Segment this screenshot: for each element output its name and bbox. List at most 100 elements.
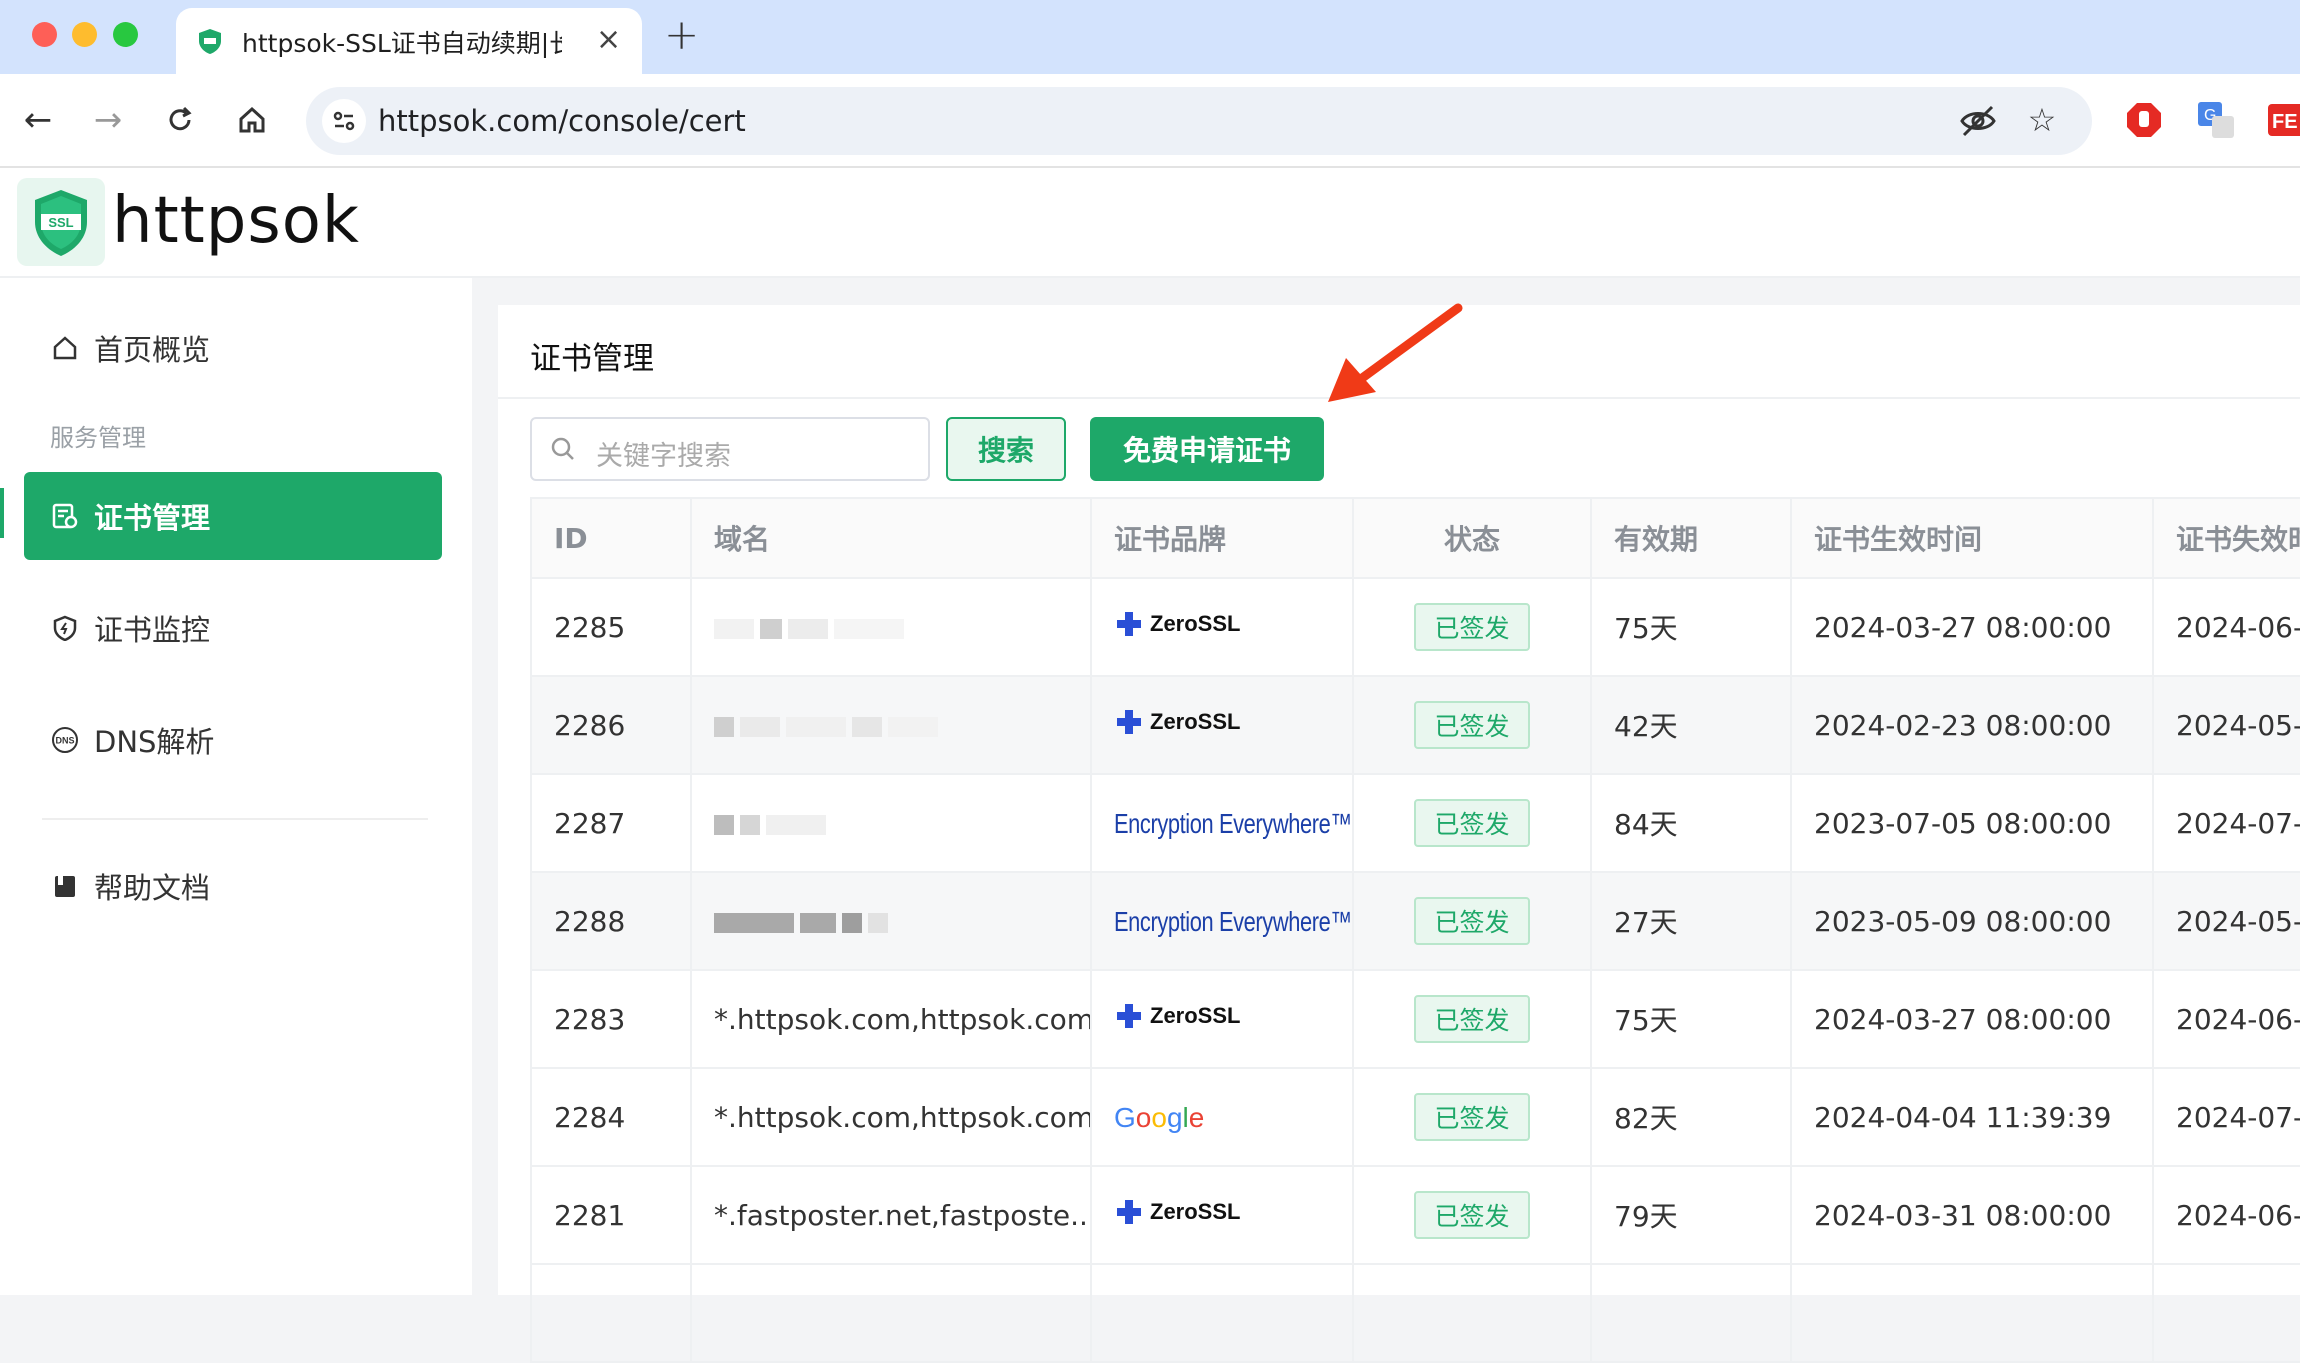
cell-status: 已签发 — [1352, 969, 1592, 1069]
zerossl-logo-icon — [1117, 1003, 1141, 1028]
reload-icon[interactable] — [160, 100, 200, 140]
maximize-window-button[interactable] — [113, 22, 138, 47]
cell-validity: 82天 — [1590, 1067, 1792, 1167]
search-input[interactable]: 关键字搜索 — [530, 417, 930, 481]
bookmark-star-icon[interactable]: ☆ — [2022, 101, 2062, 141]
column-header-validity[interactable]: 有效期 — [1590, 497, 1792, 579]
cell-start-time: 2024-03-27 08:00:00 — [1790, 577, 2154, 677]
cell-status: 已签发 — [1352, 871, 1592, 971]
cell-status: 已签发 — [1352, 675, 1592, 775]
cell-start-time: 2023-07-05 08:00:00 — [1790, 773, 2154, 873]
brand-label: Encryption Everywhere™ — [1114, 807, 1352, 839]
cell-brand: Encryption Everywhere™ — [1090, 773, 1354, 873]
address-bar[interactable]: httpsok.com/console/cert ☆ — [306, 87, 2092, 155]
browser-toolbar: ← → httpsok.com/console/cert ☆ G FE — [0, 74, 2300, 168]
brand-label: ZeroSSL — [1150, 1002, 1241, 1028]
column-header-domain[interactable]: 域名 — [690, 497, 1092, 579]
cell-validity: 27天 — [1590, 871, 1792, 971]
adblock-extension-icon[interactable] — [2124, 100, 2164, 140]
cell-brand: ZeroSSL — [1090, 675, 1354, 775]
cell-start-time: 2023-05-09 08:00:00 — [1790, 871, 2154, 971]
fe-extension-icon[interactable]: FE — [2268, 100, 2300, 140]
home-icon — [50, 333, 80, 363]
column-header-end-time[interactable]: 证书失效时 — [2152, 497, 2300, 579]
cell-end-time: 2024-05- — [2152, 871, 2300, 971]
cell-start-time: 2024-03-27 08:00:00 — [1790, 969, 2154, 1069]
cell-end-time: 2024-07- — [2152, 773, 2300, 873]
sidebar-item-label: 首页概览 — [94, 333, 211, 367]
tab-close-button[interactable]: × — [596, 22, 621, 57]
sidebar-group-label: 服务管理 — [50, 424, 146, 452]
cell-start-time: 2024-03-31 08:00:00 — [1790, 1165, 2154, 1265]
cell-validity: 75天 — [1590, 969, 1792, 1069]
page-title: 证书管理 — [530, 341, 654, 377]
cell-status: 已签发 — [1352, 1067, 1592, 1167]
table-row[interactable]: 2281 *.fastposter.net,fastposte... ZeroS… — [530, 1165, 2300, 1265]
column-header-id[interactable]: ID — [530, 497, 692, 579]
sidebar-item-dns[interactable]: DNS DNS解析 — [24, 696, 442, 784]
column-header-brand[interactable]: 证书品牌 — [1090, 497, 1354, 579]
cell-end-time: 2024-06- — [2152, 969, 2300, 1069]
browser-tab[interactable]: httpsok-SSL证书自动续期|长沙 × — [176, 8, 642, 74]
logo-text: SSL — [48, 215, 73, 230]
cell-domain: *.httpsok.com,httpsok.com — [690, 1067, 1092, 1167]
cell-brand: Encryption Everywhere™ — [1090, 871, 1354, 971]
search-placeholder: 关键字搜索 — [596, 441, 731, 472]
status-badge: 已签发 — [1414, 1093, 1530, 1141]
table-row[interactable]: 2288 Encryption Everywhere™ 已签发 27天 2023… — [530, 871, 2300, 971]
url-text: httpsok.com/console/cert — [378, 104, 746, 138]
annotation-arrow-icon — [1328, 303, 1463, 402]
table-row[interactable]: 2285 ZeroSSL 已签发 75天 2024-03-27 08:00:00… — [530, 577, 2300, 677]
minimize-window-button[interactable] — [72, 22, 97, 47]
apply-free-cert-button[interactable]: 免费申请证书 — [1090, 417, 1324, 481]
active-indicator — [0, 488, 4, 538]
column-header-start-time[interactable]: 证书生效时间 — [1790, 497, 2154, 579]
sidebar-item-home[interactable]: 首页概览 — [24, 304, 442, 392]
table-row[interactable]: 2287 Encryption Everywhere™ 已签发 84天 2023… — [530, 773, 2300, 873]
column-header-status[interactable]: 状态 — [1352, 497, 1592, 579]
cell-domain-redacted — [690, 871, 1092, 971]
cell-validity: 79天 — [1590, 1165, 1792, 1265]
site-settings-icon[interactable] — [322, 99, 366, 143]
table-row[interactable]: 2284 *.httpsok.com,httpsok.com Google 已签… — [530, 1067, 2300, 1167]
forward-icon[interactable]: → — [88, 100, 128, 140]
status-badge: 已签发 — [1414, 897, 1530, 945]
home-button-icon[interactable] — [232, 100, 272, 140]
cell-validity: 42天 — [1590, 675, 1792, 775]
cell-id: 2288 — [530, 871, 692, 971]
translate-extension-icon[interactable]: G — [2196, 100, 2236, 140]
cell-status: 已签发 — [1352, 1165, 1592, 1265]
table-row[interactable]: 2283 *.httpsok.com,httpsok.com ZeroSSL 已… — [530, 969, 2300, 1069]
sidebar-item-cert-management[interactable]: 证书管理 — [24, 472, 442, 560]
sidebar-item-label: 证书监控 — [94, 613, 211, 647]
table-row[interactable]: 2286 ZeroSSL 已签发 42天 2024-02-23 08:00:00… — [530, 675, 2300, 775]
status-badge: 已签发 — [1414, 603, 1530, 651]
cell-validity: 75天 — [1590, 577, 1792, 677]
close-window-button[interactable] — [32, 22, 57, 47]
cell-domain: *.httpsok.com,httpsok.com — [690, 969, 1092, 1069]
svg-text:DNS: DNS — [55, 736, 74, 746]
new-tab-button[interactable]: + — [664, 10, 699, 59]
cert-table: ID 域名 证书品牌 状态 有效期 证书生效时间 证书失效时 2285 Zero… — [530, 497, 2300, 1363]
logo[interactable]: SSL — [17, 178, 105, 266]
cell-brand: ZeroSSL — [1090, 1165, 1354, 1265]
search-icon — [551, 437, 574, 460]
cell-id: 2283 — [530, 969, 692, 1069]
svg-text:FE: FE — [2272, 111, 2298, 133]
zerossl-logo-icon — [1117, 1199, 1141, 1224]
table-row[interactable] — [530, 1263, 2300, 1363]
sidebar-item-help-docs[interactable]: 帮助文档 — [24, 842, 442, 930]
google-logo-icon: Google — [1114, 1101, 1205, 1133]
back-icon[interactable]: ← — [18, 100, 58, 140]
sidebar-item-label: DNS解析 — [94, 725, 215, 759]
tab-title: httpsok-SSL证书自动续期|长沙 — [242, 29, 562, 58]
app-header: SSL httpsok — [0, 168, 2300, 278]
status-badge: 已签发 — [1414, 799, 1530, 847]
brand-name[interactable]: httpsok — [112, 184, 360, 258]
eye-off-icon[interactable] — [1958, 101, 1998, 141]
cell-status: 已签发 — [1352, 577, 1592, 677]
search-button[interactable]: 搜索 — [946, 417, 1066, 481]
cell-validity: 84天 — [1590, 773, 1792, 873]
cell-domain: *.fastposter.net,fastposte... — [690, 1165, 1092, 1265]
sidebar-item-cert-monitor[interactable]: 证书监控 — [24, 584, 442, 672]
